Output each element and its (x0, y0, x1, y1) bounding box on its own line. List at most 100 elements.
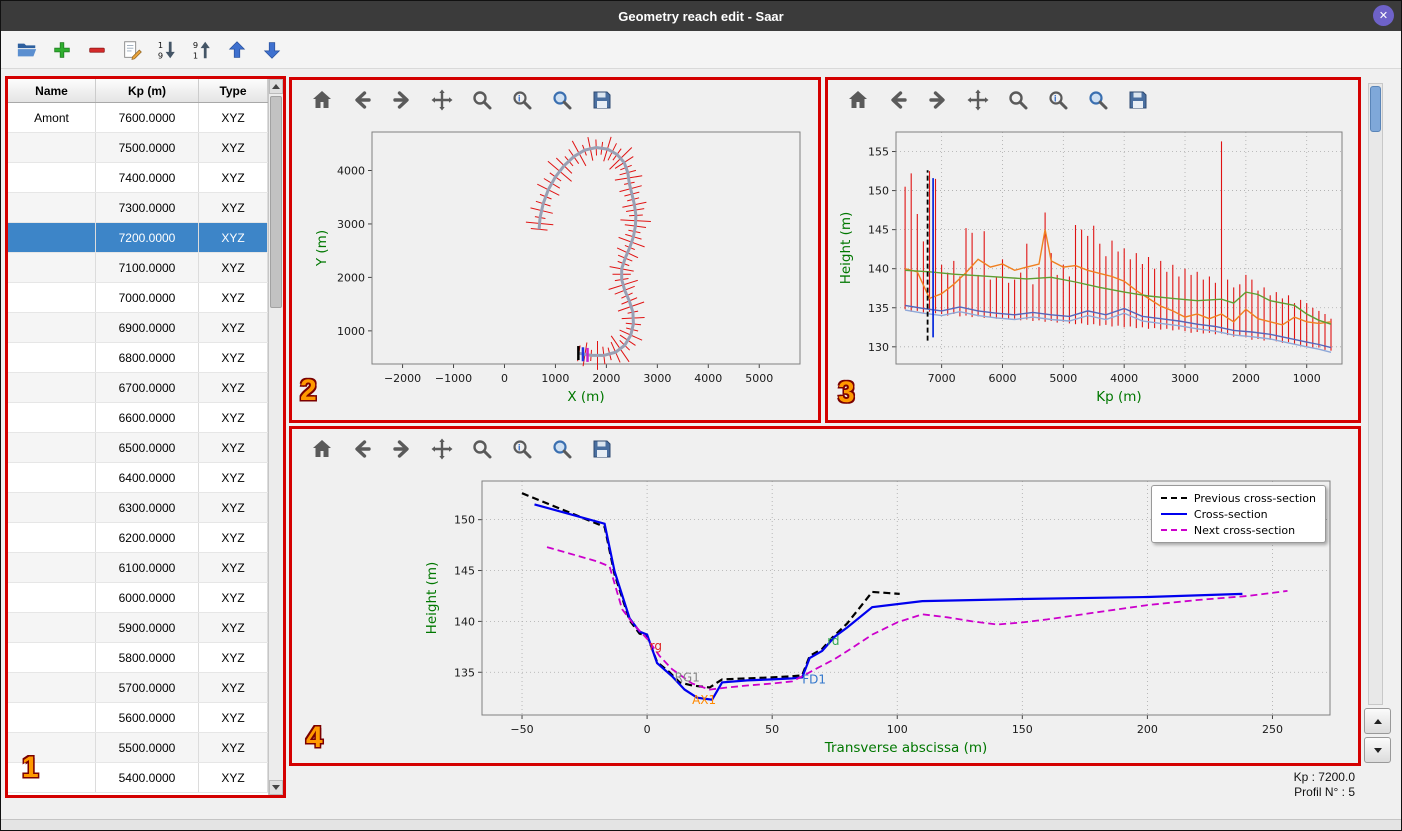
col-header-type[interactable]: Type (199, 79, 268, 102)
table-row[interactable]: 5700.0000 XYZ (8, 673, 268, 703)
home-button[interactable] (306, 84, 338, 116)
table-scrollbar-thumb[interactable] (270, 96, 282, 308)
cell-kp: 6900.0000 (96, 313, 199, 342)
cell-kp: 6100.0000 (96, 553, 199, 582)
svg-text:3000: 3000 (1171, 372, 1199, 385)
pan-button[interactable] (962, 84, 994, 116)
open-file-button[interactable] (13, 36, 41, 64)
table-scroll-down-button[interactable] (269, 780, 283, 795)
zoom-button[interactable] (1002, 84, 1034, 116)
col-header-name[interactable]: Name (8, 79, 96, 102)
table-row[interactable]: 6700.0000 XYZ (8, 373, 268, 403)
back-button[interactable] (346, 84, 378, 116)
home-icon (313, 440, 331, 457)
pan-button[interactable] (426, 433, 458, 465)
edit-axis-button[interactable]: i (506, 433, 538, 465)
close-button[interactable]: ✕ (1373, 5, 1394, 26)
forward-button[interactable] (922, 84, 954, 116)
plan-view-figure[interactable]: −2000 −1000 0 1000 2000 3000 4000 5000 1000 2000 3… (292, 120, 818, 420)
svg-text:5000: 5000 (745, 372, 773, 385)
svg-text:135: 135 (454, 666, 475, 679)
back-arrow-icon (355, 91, 371, 109)
table-row[interactable]: 7400.0000 XYZ (8, 163, 268, 193)
zoom-button[interactable] (466, 433, 498, 465)
cell-kp: 7200.0000 (96, 223, 199, 252)
forward-button[interactable] (386, 433, 418, 465)
pan-button[interactable] (426, 84, 458, 116)
sort-ascending-button[interactable]: 19 (153, 36, 181, 64)
zoom-button[interactable] (466, 84, 498, 116)
save-button[interactable] (1122, 84, 1154, 116)
table-row[interactable]: 5900.0000 XYZ (8, 613, 268, 643)
remove-profile-button[interactable] (83, 36, 111, 64)
table-scrollbar[interactable] (268, 79, 283, 795)
table-row[interactable]: 6900.0000 XYZ (8, 313, 268, 343)
back-button[interactable] (346, 433, 378, 465)
edit-icon (124, 40, 142, 60)
cell-type: XYZ (199, 283, 268, 312)
table-row[interactable]: 6800.0000 XYZ (8, 343, 268, 373)
table-row[interactable]: Amont 7600.0000 XYZ (8, 103, 268, 133)
table-scroll-up-button[interactable] (269, 79, 283, 94)
svg-text:140: 140 (868, 263, 889, 276)
cell-type: XYZ (199, 523, 268, 552)
save-button[interactable] (586, 433, 618, 465)
table-row[interactable]: 6600.0000 XYZ (8, 403, 268, 433)
edit-axis-button[interactable]: i (1042, 84, 1074, 116)
home-button[interactable] (842, 84, 874, 116)
svg-text:Kp (m): Kp (m) (1096, 389, 1141, 405)
svg-text:i: i (518, 443, 521, 453)
table-row[interactable]: 7300.0000 XYZ (8, 193, 268, 223)
cell-type: XYZ (199, 553, 268, 582)
cross-section-figure[interactable]: Previous cross-section Cross-section Next … (292, 469, 1358, 763)
home-button[interactable] (306, 433, 338, 465)
annotation-badge-2: 2 (300, 374, 317, 407)
long-profile-figure[interactable]: 7000 6000 5000 4000 3000 2000 1000 130 135 140 145… (828, 120, 1358, 420)
add-profile-button[interactable] (48, 36, 76, 64)
edit-axis-button[interactable]: i (506, 84, 538, 116)
svg-text:1000: 1000 (337, 325, 365, 338)
table-row[interactable]: 6000.0000 XYZ (8, 583, 268, 613)
cell-kp: 5600.0000 (96, 703, 199, 732)
zoom-rect-button[interactable] (546, 84, 578, 116)
svg-text:−1000: −1000 (435, 372, 472, 385)
forward-button[interactable] (386, 84, 418, 116)
profile-up-button[interactable] (1364, 708, 1391, 734)
table-row[interactable]: 7500.0000 XYZ (8, 133, 268, 163)
table-row[interactable]: 6100.0000 XYZ (8, 553, 268, 583)
cell-name (8, 163, 96, 192)
edit-profile-button[interactable] (118, 36, 146, 64)
long-profile-panel: i 7000 6000 5000 4000 3000 2000 1000 130 135 140 1… (825, 77, 1361, 423)
zoom-rect-button[interactable] (1082, 84, 1114, 116)
table-row[interactable]: 6300.0000 XYZ (8, 493, 268, 523)
cell-type: XYZ (199, 163, 268, 192)
table-row[interactable]: 7200.0000 XYZ (8, 223, 268, 253)
table-row[interactable]: 5500.0000 XYZ (8, 733, 268, 763)
cell-type: XYZ (199, 193, 268, 222)
svg-text:9: 9 (193, 40, 198, 50)
legend-label: Previous cross-section (1193, 491, 1316, 505)
table-row[interactable]: 7000.0000 XYZ (8, 283, 268, 313)
table-row[interactable]: 6400.0000 XYZ (8, 463, 268, 493)
move-up-icon (228, 40, 246, 58)
plan-view-panel: i −2000 −1000 0 1000 2000 3000 4000 5000 1000 200… (289, 77, 821, 423)
profile-down-button[interactable] (1364, 737, 1391, 763)
table-row[interactable]: 5800.0000 XYZ (8, 643, 268, 673)
svg-text:−2000: −2000 (384, 372, 421, 385)
table-row[interactable]: 6200.0000 XYZ (8, 523, 268, 553)
table-row[interactable]: 5600.0000 XYZ (8, 703, 268, 733)
cell-kp: 6300.0000 (96, 493, 199, 522)
move-down-button[interactable] (258, 36, 286, 64)
col-header-kp[interactable]: Kp (m) (96, 79, 199, 102)
save-button[interactable] (586, 84, 618, 116)
zoom-rect-button[interactable] (546, 433, 578, 465)
back-button[interactable] (882, 84, 914, 116)
move-up-button[interactable] (223, 36, 251, 64)
table-row[interactable]: 5400.0000 XYZ (8, 763, 268, 793)
window-scrollbar[interactable] (1368, 83, 1383, 705)
table-row[interactable]: 6500.0000 XYZ (8, 433, 268, 463)
sort-descending-button[interactable]: 91 (188, 36, 216, 64)
table-row[interactable]: 7100.0000 XYZ (8, 253, 268, 283)
cell-kp: 7600.0000 (96, 103, 199, 132)
window-scrollbar-thumb[interactable] (1370, 86, 1381, 132)
